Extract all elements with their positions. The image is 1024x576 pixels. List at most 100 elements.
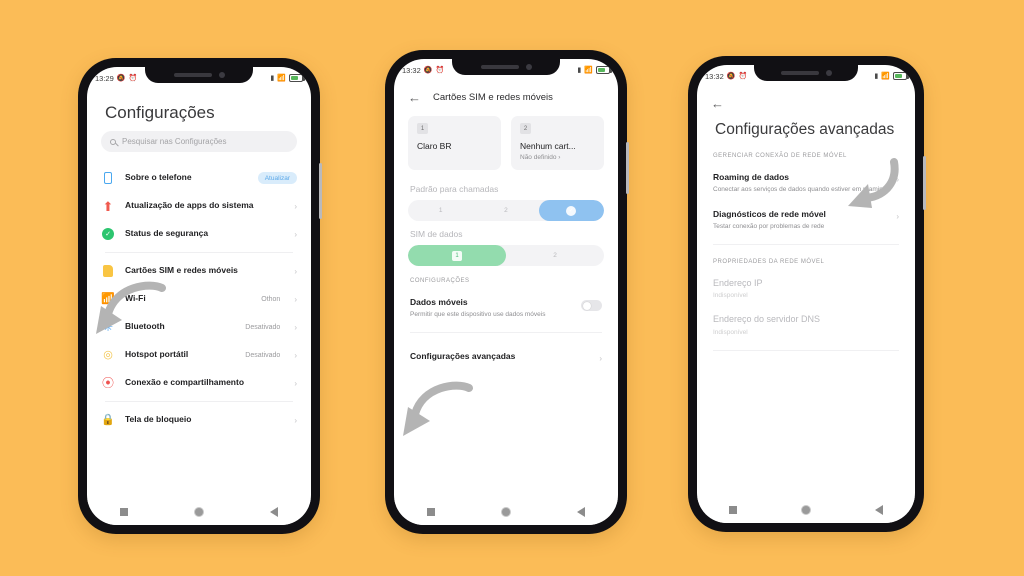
- phone2-side-button[interactable]: [626, 142, 629, 194]
- data-option-sim1[interactable]: 1: [408, 245, 506, 266]
- sidebar-item-security-status[interactable]: ✓ Status de segurança ›: [89, 220, 309, 248]
- hotspot-icon: ◎: [103, 348, 113, 361]
- sidebar-item-hotspot[interactable]: ◎ Hotspot portátil Desativado ›: [89, 341, 309, 369]
- sim-operator-name: Claro BR: [417, 141, 452, 151]
- phone3-screen: 13:32 🔕 ⏰ ▮ 📶 ← Configurações avançadas …: [697, 65, 915, 523]
- chevron-right-icon: ›: [896, 211, 899, 221]
- phone2-nav-bar: [394, 499, 618, 525]
- data-option-sim2[interactable]: 2: [506, 245, 604, 266]
- alarm-icon: ⏰: [435, 66, 445, 74]
- sidebar-item-lock-screen[interactable]: 🔒 Tela de bloqueio ›: [89, 406, 309, 434]
- calls-option-sim2[interactable]: 2: [473, 200, 538, 221]
- list-item-value: Othon: [261, 295, 281, 303]
- silent-icon: 🔕: [423, 66, 433, 74]
- advanced-settings-row[interactable]: Configurações avançadas ›: [394, 339, 618, 370]
- diagnostics-title: Diagnósticos de rede móvel: [713, 208, 826, 219]
- dns-address-value: Indisponível: [713, 329, 748, 337]
- page-title: Configurações avançadas: [715, 121, 895, 138]
- share-icon: ⦿: [101, 376, 114, 390]
- phone-3-advanced-settings: 13:32 🔕 ⏰ ▮ 📶 ← Configurações avançadas …: [688, 56, 926, 532]
- phone-1-settings: 13:29 🔕 ⏰ ▮ 📶 Configurações Pesquisar na…: [78, 58, 322, 534]
- list-item-label: Atualização de apps do sistema: [125, 200, 254, 211]
- home-icon[interactable]: [194, 507, 204, 517]
- roaming-subtitle: Conectar aos serviços de dados quando es…: [713, 186, 887, 194]
- header-title: Cartões SIM e redes móveis: [433, 92, 553, 103]
- list-item-label: Hotspot portátil: [125, 349, 189, 360]
- sim-card-slot-1[interactable]: 1 Claro BR: [408, 116, 501, 170]
- data-sim-segmented-control[interactable]: 1 2: [408, 245, 604, 266]
- manage-connection-label: GERENCIAR CONEXÃO DE REDE MÓVEL: [713, 153, 847, 160]
- screenshot-stage: 13:29 🔕 ⏰ ▮ 📶 Configurações Pesquisar na…: [0, 0, 1024, 576]
- settings-section-label: CONFIGURAÇÕES: [410, 278, 470, 284]
- back-icon[interactable]: [875, 505, 883, 515]
- update-arrow-icon: ⬆: [102, 198, 114, 214]
- signal-icon: ▮: [577, 66, 582, 74]
- ip-address-row: Endereço IP Indisponível: [697, 271, 915, 308]
- calls-option-sim1[interactable]: 1: [408, 200, 473, 221]
- sidebar-item-about-phone[interactable]: Sobre o telefone Atualizar: [89, 164, 309, 192]
- search-placeholder: Pesquisar nas Configurações: [122, 137, 227, 146]
- chevron-right-icon: ›: [294, 322, 297, 332]
- phone3-content: ← Configurações avançadas GERENCIAR CONE…: [697, 87, 915, 497]
- status-time: 13:32: [402, 65, 421, 75]
- sim-slot-badge: 2: [520, 123, 531, 134]
- list-item-label: Bluetooth: [125, 321, 165, 332]
- mobile-data-row[interactable]: Dados móveis Permitir que este dispositi…: [394, 290, 618, 326]
- lock-icon: 🔒: [101, 413, 115, 426]
- sidebar-item-wifi[interactable]: 📶 Wi-Fi Othon ›: [89, 285, 309, 313]
- signal-icon: ▮: [270, 74, 275, 82]
- sidebar-item-bluetooth[interactable]: ✳ Bluetooth Desativado ›: [89, 313, 309, 341]
- back-arrow-icon[interactable]: ←: [711, 97, 724, 110]
- diagnostics-subtitle: Testar conexão por problemas de rede: [713, 222, 825, 230]
- back-icon[interactable]: [577, 507, 585, 517]
- wifi-icon: 📶: [277, 74, 286, 82]
- calls-default-segmented-control[interactable]: 1 2 ✓: [408, 200, 604, 221]
- calls-option-ask[interactable]: ✓: [538, 200, 604, 221]
- sim-card-slot-2[interactable]: 2 Nenhum cart... Não definido ›: [511, 116, 604, 170]
- list-item-value: Desativado: [245, 351, 281, 359]
- diagnostics-row[interactable]: Diagnósticos de rede móvel Testar conexã…: [697, 202, 915, 238]
- bluetooth-icon: ✳: [102, 320, 114, 334]
- sim-card-list: 1 Claro BR 2 Nenhum cart... Não definido…: [394, 110, 618, 180]
- recents-icon[interactable]: [120, 508, 128, 516]
- battery-icon: [893, 72, 909, 80]
- phone3-nav-bar: [697, 497, 915, 523]
- search-input[interactable]: Pesquisar nas Configurações: [101, 131, 297, 152]
- list-item-label: Tela de bloqueio: [125, 414, 192, 425]
- chevron-right-icon: ›: [294, 350, 297, 360]
- search-icon: [110, 138, 116, 145]
- chevron-right-icon: ›: [294, 266, 297, 276]
- list-item-label: Cartões SIM e redes móveis: [125, 265, 238, 276]
- roaming-row[interactable]: Roaming de dados Conectar aos serviços d…: [697, 165, 915, 201]
- status-time: 13:32: [705, 71, 724, 81]
- home-icon[interactable]: [801, 505, 811, 515]
- home-icon[interactable]: [501, 507, 511, 517]
- chevron-right-icon: ›: [294, 415, 297, 425]
- sim-status: Não definido ›: [520, 154, 561, 161]
- mobile-data-title: Dados móveis: [410, 297, 468, 307]
- recents-icon[interactable]: [729, 506, 737, 514]
- back-arrow-icon[interactable]: ←: [408, 91, 421, 104]
- update-badge[interactable]: Atualizar: [257, 172, 297, 184]
- alarm-icon: ⏰: [128, 74, 138, 82]
- phone1-side-button[interactable]: [319, 163, 322, 219]
- back-icon[interactable]: [270, 507, 278, 517]
- list-item-label: Wi-Fi: [125, 293, 146, 304]
- sidebar-item-connection-sharing[interactable]: ⦿ Conexão e compartilhamento ›: [89, 369, 309, 397]
- phone1-content: Configurações Pesquisar nas Configuraçõe…: [87, 89, 311, 499]
- list-item-label: Status de segurança: [125, 228, 209, 239]
- sidebar-item-system-app-updates[interactable]: ⬆ Atualização de apps do sistema ›: [89, 192, 309, 220]
- ip-address-value: Indisponível: [713, 292, 748, 300]
- mobile-data-toggle[interactable]: [581, 300, 602, 311]
- sidebar-item-sim-cards[interactable]: Cartões SIM e redes móveis ›: [89, 257, 309, 285]
- chevron-right-icon: ›: [294, 201, 297, 211]
- sim-slot-badge: 1: [417, 123, 428, 134]
- phone3-side-button[interactable]: [923, 156, 926, 210]
- battery-icon: [289, 74, 305, 82]
- recents-icon[interactable]: [427, 508, 435, 516]
- list-divider: [410, 332, 602, 334]
- shield-icon: ✓: [101, 227, 115, 241]
- advanced-settings-label: Configurações avançadas: [410, 351, 516, 362]
- network-properties-label: PROPRIEDADES DA REDE MÓVEL: [713, 258, 825, 265]
- chevron-right-icon: ›: [294, 378, 297, 388]
